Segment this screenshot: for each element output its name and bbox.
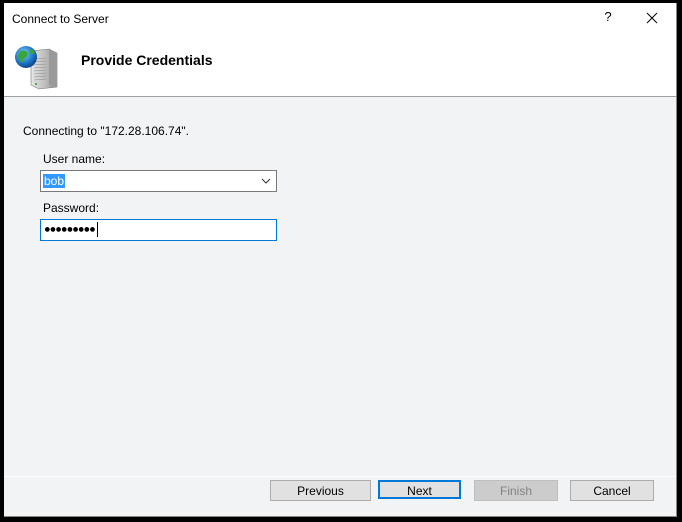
previous-button[interactable]: Previous <box>270 480 371 501</box>
close-button[interactable] <box>644 9 660 27</box>
password-label: Password: <box>43 201 100 215</box>
dialog-header: Connect to Server ? Provide Credentials <box>4 3 676 97</box>
chevron-down-icon[interactable] <box>260 174 272 188</box>
server-globe-icon <box>13 41 61 91</box>
username-combobox[interactable]: bob <box>40 170 277 192</box>
text-caret <box>96 222 98 237</box>
close-icon <box>646 12 658 24</box>
cancel-button[interactable]: Cancel <box>570 480 654 501</box>
connect-to-server-dialog: Connect to Server ? Provide Credentials … <box>4 3 677 517</box>
password-field[interactable]: ●●●●●●●●● <box>40 219 277 241</box>
finish-button[interactable]: Finish <box>474 480 558 501</box>
username-label: User name: <box>43 152 106 166</box>
footer-separator <box>4 476 676 477</box>
password-value[interactable]: ●●●●●●●●● <box>44 222 98 237</box>
page-heading: Provide Credentials <box>81 52 213 68</box>
window-title: Connect to Server <box>12 12 109 26</box>
connecting-text: Connecting to "172.28.106.74". <box>23 124 189 138</box>
password-mask: ●●●●●●●●● <box>44 223 96 236</box>
next-button[interactable]: Next <box>378 480 461 499</box>
help-button[interactable]: ? <box>601 9 615 27</box>
username-value[interactable]: bob <box>43 174 66 188</box>
